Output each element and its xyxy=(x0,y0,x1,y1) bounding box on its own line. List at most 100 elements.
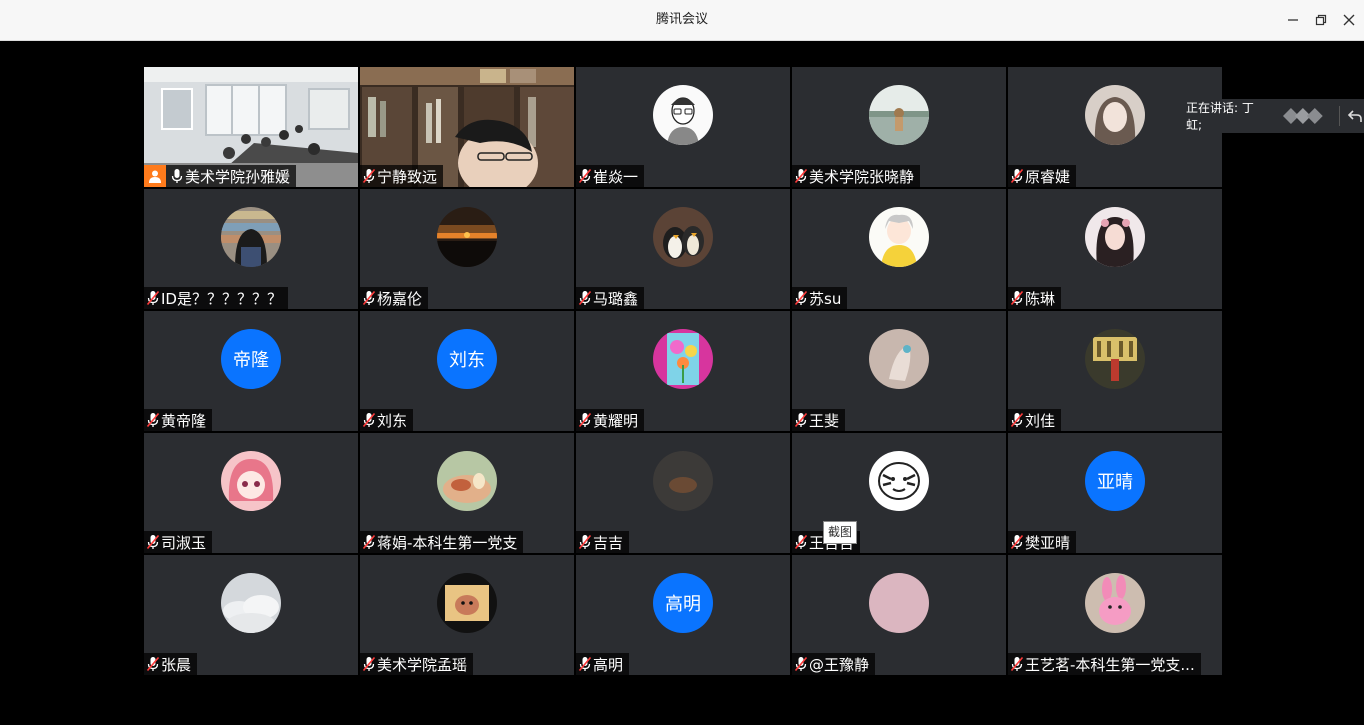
participant-tile[interactable]: 蒋娟-本科生第一党支 xyxy=(360,433,574,553)
participant-name: 美术学院张晓静 xyxy=(809,167,915,186)
participant-name: 王艺茗-本科生第一党支... xyxy=(1025,655,1195,674)
participant-name: 刘佳 xyxy=(1025,411,1056,430)
participant-name-bar: 宁静致远 xyxy=(360,165,444,187)
participant-tile[interactable]: 美术学院孙雅媛 xyxy=(144,67,358,187)
avatar-sketch xyxy=(653,85,713,145)
speaking-indicator[interactable]: 正在讲话: 丁虹; xyxy=(1174,99,1364,133)
close-icon xyxy=(1343,14,1355,26)
avatar-clouds xyxy=(221,573,281,633)
avatar-flowers xyxy=(653,329,713,389)
participant-name: 美术学院孟瑶 xyxy=(377,655,468,674)
participant-tile[interactable]: 宁静致远 xyxy=(360,67,574,187)
participant-name: 蒋娟-本科生第一党支 xyxy=(377,533,518,552)
participant-name: 原睿婕 xyxy=(1025,167,1071,186)
participant-tile[interactable]: 亚晴 樊亚晴 xyxy=(1008,433,1222,553)
participant-name: 崔焱一 xyxy=(593,167,639,186)
mic-muted-icon xyxy=(362,534,376,550)
participant-tile[interactable]: 刘东 刘东 xyxy=(360,311,574,431)
mic-muted-icon xyxy=(362,656,376,672)
close-button[interactable] xyxy=(1339,10,1359,30)
mic-muted-icon xyxy=(146,656,160,672)
participant-tile[interactable]: 苏su xyxy=(792,189,1006,309)
mic-muted-icon xyxy=(794,290,808,306)
mic-muted-icon xyxy=(146,412,160,428)
avatar-pink-bunny xyxy=(1085,573,1145,633)
avatar-landscape xyxy=(869,85,929,145)
speaking-wave-icon xyxy=(1283,108,1324,124)
participant-name-bar: 吉吉 xyxy=(576,531,630,553)
participant-name-bar: 张晨 xyxy=(144,653,198,675)
participant-name-bar: 苏su xyxy=(792,287,848,309)
participant-name: 司淑玉 xyxy=(161,533,207,552)
avatar-drawing-beige xyxy=(869,329,929,389)
avatar-anime-yellow xyxy=(869,207,929,267)
minimize-button[interactable] xyxy=(1283,10,1303,30)
speaking-label: 正在讲话: 丁虹; xyxy=(1186,101,1254,132)
mic-muted-icon xyxy=(1010,656,1024,672)
participant-name: 宁静致远 xyxy=(377,167,438,186)
mic-on-icon xyxy=(171,169,183,183)
participant-grid: 美术学院孙雅媛 宁静致远 崔焱一 美术学院张晓静 原睿婕 ID是？？？？？？ 杨… xyxy=(144,67,1222,675)
participant-tile[interactable]: 张晨 xyxy=(144,555,358,675)
participant-name-bar: 王艺茗-本科生第一党支... xyxy=(1008,653,1201,675)
restore-button[interactable] xyxy=(1311,10,1331,30)
participant-tile[interactable]: 杨嘉伦 xyxy=(360,189,574,309)
avatar-library xyxy=(221,207,281,267)
avatar-sunset xyxy=(437,207,497,267)
undo-arrow-icon xyxy=(1347,110,1362,122)
participant-tile[interactable]: @王豫静 xyxy=(792,555,1006,675)
participant-name: @王豫静 xyxy=(809,655,870,674)
mic-muted-icon xyxy=(1010,412,1024,428)
avatar-initials: 高明 xyxy=(653,573,713,633)
participant-tile[interactable]: 陈琳 xyxy=(1008,189,1222,309)
participant-tile[interactable]: 马璐鑫 xyxy=(576,189,790,309)
participant-name: 杨嘉伦 xyxy=(377,289,423,308)
participant-tile[interactable]: 美术学院孟瑶 xyxy=(360,555,574,675)
avatar-initials: 刘东 xyxy=(437,329,497,389)
avatar-cartoon-tiger xyxy=(869,451,929,511)
participant-tile[interactable]: 黄耀明 xyxy=(576,311,790,431)
participant-name-bar: 王斐 xyxy=(792,409,846,431)
participant-tile[interactable]: 美术学院张晓静 xyxy=(792,67,1006,187)
participant-name-bar: 樊亚晴 xyxy=(1008,531,1077,553)
participant-name: 黄耀明 xyxy=(593,411,639,430)
participant-name-bar: 美术学院孙雅媛 xyxy=(144,165,297,187)
mic-muted-icon xyxy=(794,168,808,184)
participant-tile[interactable]: 王艺茗-本科生第一党支... xyxy=(1008,555,1222,675)
mic-muted-icon xyxy=(146,534,160,550)
mic-muted-icon xyxy=(362,290,376,306)
participant-tile[interactable]: 王斐 xyxy=(792,311,1006,431)
avatar-illustration-warm xyxy=(437,451,497,511)
participant-tile[interactable]: 司淑玉 xyxy=(144,433,358,553)
participant-name-bar: 原睿婕 xyxy=(1008,165,1077,187)
screenshot-tooltip: 截图 xyxy=(823,521,858,544)
participant-name: 马璐鑫 xyxy=(593,289,639,308)
mic-muted-icon xyxy=(1010,534,1024,550)
avatar-pink-blank xyxy=(869,573,929,633)
participant-name-bar: @王豫静 xyxy=(792,653,876,675)
mic-muted-icon xyxy=(578,412,592,428)
restore-icon xyxy=(1315,14,1327,26)
participant-tile[interactable]: 高明 高明 xyxy=(576,555,790,675)
participant-name: 美术学院孙雅媛 xyxy=(185,167,291,186)
participant-name-bar: 美术学院孟瑶 xyxy=(360,653,474,675)
mic-muted-icon xyxy=(794,534,808,550)
collapse-button[interactable] xyxy=(1346,107,1364,125)
window-title: 腾讯会议 xyxy=(655,12,708,27)
mic-muted-icon xyxy=(362,168,376,184)
participant-name: ID是？？？？？？ xyxy=(161,289,282,308)
participant-tile[interactable]: 帝隆 黄帝隆 xyxy=(144,311,358,431)
mic-muted-icon xyxy=(578,656,592,672)
participant-tile[interactable]: 吉吉 xyxy=(576,433,790,553)
avatar-portrait-girl xyxy=(1085,207,1145,267)
participant-name-bar: 司淑玉 xyxy=(144,531,213,553)
avatar-hamster xyxy=(437,573,497,633)
participant-tile[interactable]: ID是？？？？？？ xyxy=(144,189,358,309)
participant-tile[interactable]: 崔焱一 xyxy=(576,67,790,187)
participant-name-bar: 杨嘉伦 xyxy=(360,287,429,309)
participant-tile[interactable]: 刘佳 xyxy=(1008,311,1222,431)
participant-name: 刘东 xyxy=(377,411,408,430)
mic-muted-icon xyxy=(1010,168,1024,184)
mic-muted-icon xyxy=(794,412,808,428)
participant-name: 樊亚晴 xyxy=(1025,533,1071,552)
